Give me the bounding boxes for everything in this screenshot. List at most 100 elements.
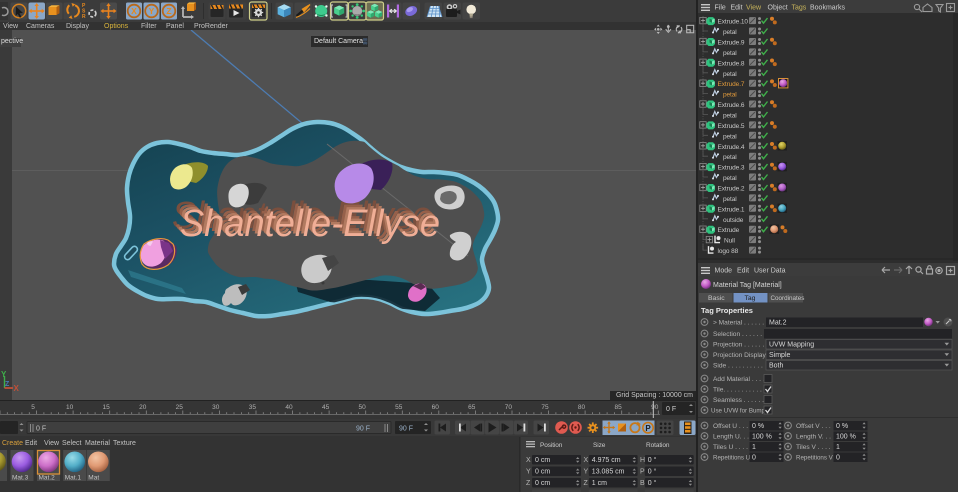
svg-text:40: 40 xyxy=(285,404,293,411)
svg-text:Tiles U . . . .: Tiles U . . . . xyxy=(713,444,748,451)
svg-text:Z: Z xyxy=(526,480,531,487)
svg-text:Repetitions V: Repetitions V xyxy=(796,455,834,462)
svg-text:petal: petal xyxy=(723,71,737,78)
svg-text:0 °: 0 ° xyxy=(648,456,657,464)
svg-text:Shantelle-Ellyse: Shantelle-Ellyse xyxy=(180,203,440,245)
svg-text:Extrude.6: Extrude.6 xyxy=(718,102,745,109)
svg-text:Simple: Simple xyxy=(769,352,791,359)
svg-text:Object: Object xyxy=(768,5,788,12)
svg-text:Tiles V . . . .: Tiles V . . . . xyxy=(796,444,831,451)
svg-text:petal: petal xyxy=(723,154,737,161)
svg-text:1 cm: 1 cm xyxy=(592,480,607,487)
svg-text:60: 60 xyxy=(432,404,440,411)
svg-text:Null: Null xyxy=(724,238,735,245)
svg-text:Bookmarks: Bookmarks xyxy=(810,5,846,12)
svg-text:Coordinates: Coordinates xyxy=(771,295,805,302)
svg-text:Extrude.8: Extrude.8 xyxy=(718,60,745,67)
svg-text:13.085 cm: 13.085 cm xyxy=(592,469,625,476)
svg-text:Extrude: Extrude xyxy=(718,227,740,234)
svg-text:Y: Y xyxy=(1,370,7,379)
svg-text:100 %: 100 % xyxy=(836,434,856,441)
svg-text:Mat.2: Mat.2 xyxy=(39,475,56,482)
svg-text:0 °: 0 ° xyxy=(648,468,657,476)
svg-text:Mat.1: Mat.1 xyxy=(65,475,82,482)
svg-text:1: 1 xyxy=(752,444,756,451)
svg-text:90 F: 90 F xyxy=(399,426,413,433)
svg-text:Projection . . . . . .: Projection . . . . . . xyxy=(713,342,764,349)
svg-text:X: X xyxy=(131,6,137,16)
svg-text:Edit: Edit xyxy=(731,5,743,12)
svg-text:petal: petal xyxy=(723,196,737,203)
svg-text:petal: petal xyxy=(723,50,737,57)
svg-text:Basic: Basic xyxy=(708,295,725,302)
svg-text:Extrude.4: Extrude.4 xyxy=(718,144,745,151)
svg-text:45: 45 xyxy=(322,404,330,411)
svg-text:20: 20 xyxy=(139,404,147,411)
svg-text:H: H xyxy=(640,457,645,464)
svg-text:Offset U . . .: Offset U . . . xyxy=(713,423,748,430)
svg-text:90 F: 90 F xyxy=(356,426,370,433)
svg-text:X: X xyxy=(526,457,531,464)
svg-text:1: 1 xyxy=(836,444,840,451)
svg-text:Edit: Edit xyxy=(737,268,749,275)
svg-text:Position: Position xyxy=(540,442,563,449)
svg-text:0 cm: 0 cm xyxy=(535,480,550,487)
svg-text:Extrude.7: Extrude.7 xyxy=(718,81,745,88)
svg-text:Texture: Texture xyxy=(113,440,136,447)
svg-text:Extrude.3: Extrude.3 xyxy=(718,165,745,172)
svg-text:Side . . . . . . . . . .: Side . . . . . . . . . . xyxy=(713,363,763,370)
svg-text:Mat.2: Mat.2 xyxy=(769,320,787,327)
svg-text:0 cm: 0 cm xyxy=(535,469,550,476)
svg-text:Tags: Tags xyxy=(792,5,807,12)
svg-text:0 F: 0 F xyxy=(666,406,676,413)
svg-text:P: P xyxy=(645,424,651,433)
svg-text:petal: petal xyxy=(723,133,737,140)
svg-text:Extrude.1: Extrude.1 xyxy=(718,206,745,213)
svg-text:15: 15 xyxy=(102,404,110,411)
svg-text:Y: Y xyxy=(584,469,589,476)
svg-text:35: 35 xyxy=(249,404,257,411)
svg-text:Selection . . . . . . .: Selection . . . . . . . xyxy=(713,331,766,338)
svg-text:Repetitions U: Repetitions U xyxy=(713,455,750,462)
svg-text:90: 90 xyxy=(651,404,659,411)
svg-text:85: 85 xyxy=(614,404,622,411)
svg-text:80: 80 xyxy=(578,404,586,411)
svg-text:100 %: 100 % xyxy=(752,434,772,441)
svg-text:B: B xyxy=(640,480,645,487)
svg-text:30: 30 xyxy=(212,404,220,411)
svg-text:Material: Material xyxy=(85,440,110,447)
svg-text:Z: Z xyxy=(584,480,589,487)
svg-text:Y: Y xyxy=(149,6,155,16)
svg-text:Extrude.10: Extrude.10 xyxy=(718,19,749,26)
svg-text:0 cm: 0 cm xyxy=(535,457,550,464)
svg-text:petal: petal xyxy=(723,29,737,36)
svg-text:Use UVW for Bump: Use UVW for Bump xyxy=(711,408,766,415)
svg-text:View: View xyxy=(746,5,762,12)
svg-text:Extrude.5: Extrude.5 xyxy=(718,123,745,130)
svg-text:Projection Display: Projection Display xyxy=(713,352,766,359)
svg-text:65: 65 xyxy=(468,404,476,411)
svg-text:Y: Y xyxy=(526,469,531,476)
svg-text:logo 88: logo 88 xyxy=(718,248,739,255)
svg-text:Extrude.9: Extrude.9 xyxy=(718,40,745,47)
svg-text:Mat.3: Mat.3 xyxy=(12,475,29,482)
svg-text:Extrude.2: Extrude.2 xyxy=(718,186,745,193)
svg-text:75: 75 xyxy=(541,404,549,411)
svg-text:Material Tag [Material]: Material Tag [Material] xyxy=(713,282,782,289)
svg-text:Rotation: Rotation xyxy=(646,442,670,449)
svg-text:10: 10 xyxy=(66,404,74,411)
svg-text:4.975 cm: 4.975 cm xyxy=(592,457,621,464)
svg-text:0 F: 0 F xyxy=(36,426,46,433)
svg-text:0 %: 0 % xyxy=(836,423,848,430)
svg-text:Length V. . .: Length V. . . xyxy=(796,434,831,441)
svg-text:Both: Both xyxy=(769,363,784,370)
svg-text:Mode: Mode xyxy=(715,268,733,275)
svg-text:petal: petal xyxy=(723,92,737,99)
svg-text:Z: Z xyxy=(5,381,10,388)
svg-text:Add Material . . . .: Add Material . . . . xyxy=(713,376,765,383)
svg-text:Select: Select xyxy=(62,440,82,447)
svg-text:File: File xyxy=(715,5,726,12)
svg-text:Tile. . . . . . . . . . .: Tile. . . . . . . . . . . xyxy=(713,387,762,394)
svg-text:Create: Create xyxy=(2,440,23,447)
svg-text:Mat: Mat xyxy=(88,475,99,482)
